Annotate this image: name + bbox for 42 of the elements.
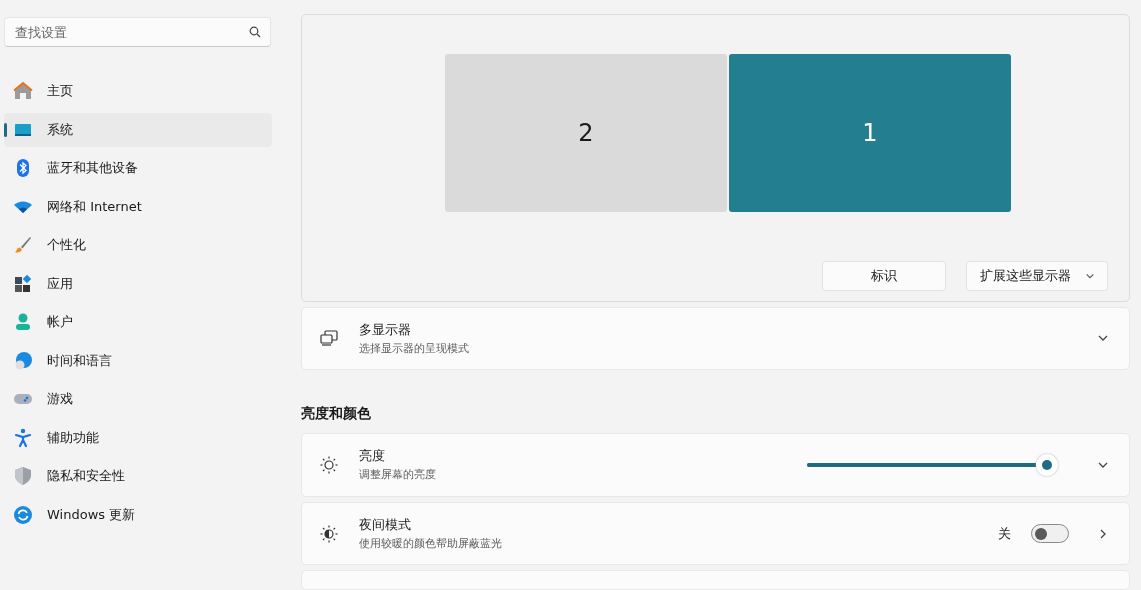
setting-title: 夜间模式 — [359, 516, 412, 535]
search-icon — [249, 26, 261, 38]
monitors-icon — [319, 328, 339, 349]
paintbrush-icon — [13, 235, 33, 255]
setting-description: 调整屏幕的亮度 — [359, 467, 437, 483]
half-sun-icon — [319, 523, 339, 544]
display-tile[interactable]: 1 — [729, 54, 1011, 212]
sidebar-item[interactable]: 应用 — [4, 266, 272, 301]
sun-icon — [319, 454, 339, 475]
identify-button[interactable]: 标识 — [822, 261, 946, 291]
toggle-switch[interactable] — [1031, 524, 1069, 544]
globe-clock-icon — [13, 350, 33, 371]
sidebar-item[interactable]: 系统 — [4, 112, 272, 147]
sidebar-item[interactable]: Windows 更新 — [4, 497, 272, 532]
setting-title: 亮度 — [359, 447, 386, 466]
sidebar-item[interactable]: 个性化 — [4, 228, 272, 262]
shield-icon — [13, 466, 33, 486]
sidebar-item[interactable]: 帐户 — [4, 305, 272, 339]
chevron-down-icon — [1084, 271, 1095, 281]
search-field[interactable]: 查找设置 — [4, 17, 271, 47]
setting-description: 使用较暖的颜色帮助屏蔽蓝光 — [359, 536, 503, 552]
sidebar-item[interactable]: 网络和 Internet — [4, 189, 272, 224]
sidebar-item[interactable]: 辅助功能 — [4, 420, 272, 455]
accessibility-icon — [13, 427, 33, 448]
section-heading: 亮度和颜色 — [301, 405, 372, 424]
person-icon — [13, 312, 33, 332]
house-icon — [13, 81, 33, 101]
slider-thumb[interactable] — [1036, 453, 1059, 476]
sidebar-item[interactable]: 主页 — [4, 74, 272, 108]
update-icon — [13, 504, 33, 525]
sidebar-item[interactable]: 隐私和安全性 — [4, 459, 272, 493]
setting-title: 多显示器 — [359, 320, 412, 339]
display-tile[interactable]: 2 — [445, 54, 727, 212]
selection-indicator — [4, 122, 7, 137]
sidebar-item[interactable]: 时间和语言 — [4, 343, 272, 378]
setting-description: 选择显示器的呈现模式 — [359, 340, 470, 356]
sidebar-item[interactable]: 蓝牙和其他设备 — [4, 151, 272, 185]
apps-icon — [13, 273, 33, 294]
sidebar-item[interactable]: 游戏 — [4, 382, 272, 416]
toggle-state-label: 关 — [998, 524, 1011, 543]
multi-display-card[interactable]: 多显示器 选择显示器的呈现模式 — [301, 306, 1130, 371]
display-mode-dropdown[interactable]: 扩展这些显示器 — [966, 261, 1108, 291]
